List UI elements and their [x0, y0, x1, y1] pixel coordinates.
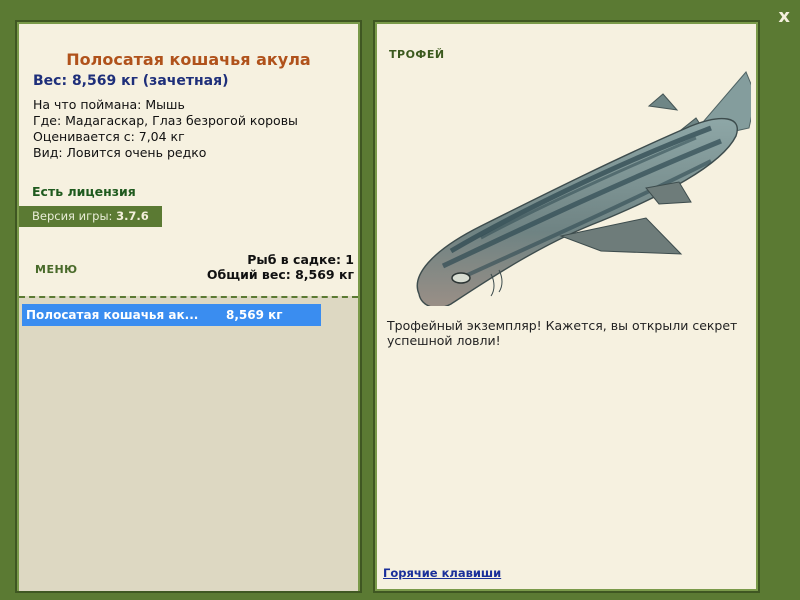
cage-item-weight: 8,569 кг	[226, 308, 283, 322]
license-status: Есть лицензия	[32, 184, 136, 199]
cage-item-name: Полосатая кошачья ак...	[26, 308, 199, 322]
close-button[interactable]: x	[778, 6, 790, 27]
cage-list-item[interactable]: Полосатая кошачья ак... 8,569 кг	[22, 304, 321, 326]
trophy-description: Трофейный экземпляр! Кажется, вы открыли…	[387, 318, 738, 348]
cage-list: Полосатая кошачья ак... 8,569 кг	[19, 296, 358, 591]
cage-total-weight: Общий вес: 8,569 кг	[206, 267, 354, 282]
menu-button[interactable]: МЕНЮ	[35, 263, 78, 276]
rarity: Вид: Ловится очень редко	[33, 145, 207, 160]
cage-count: Рыб в садке: 1	[247, 252, 354, 267]
close-icon: x	[778, 6, 790, 27]
caught-with: На что поймана: Мышь	[33, 97, 185, 112]
version-label: Версия игры:	[32, 209, 113, 223]
fish-weight: Вес: 8,569 кг (зачетная)	[33, 73, 229, 89]
fish-info-panel: Полосатая кошачья акула Вес: 8,569 кг (з…	[15, 20, 362, 593]
rated-from: Оценивается с: 7,04 кг	[33, 129, 185, 144]
trophy-panel: ТРОФЕЙ Трофейный экземпляр! Кажется, вы …	[373, 20, 760, 593]
hotkeys-link[interactable]: Горячие клавиши	[383, 566, 501, 580]
catch-location: Где: Мадагаскар, Глаз безрогой коровы	[33, 113, 298, 128]
version-value: 3.7.6	[116, 209, 149, 223]
version-bar: Версия игры: 3.7.6	[19, 206, 162, 227]
fish-title: Полосатая кошачья акула	[66, 50, 311, 69]
striped-catshark-image	[416, 71, 751, 306]
